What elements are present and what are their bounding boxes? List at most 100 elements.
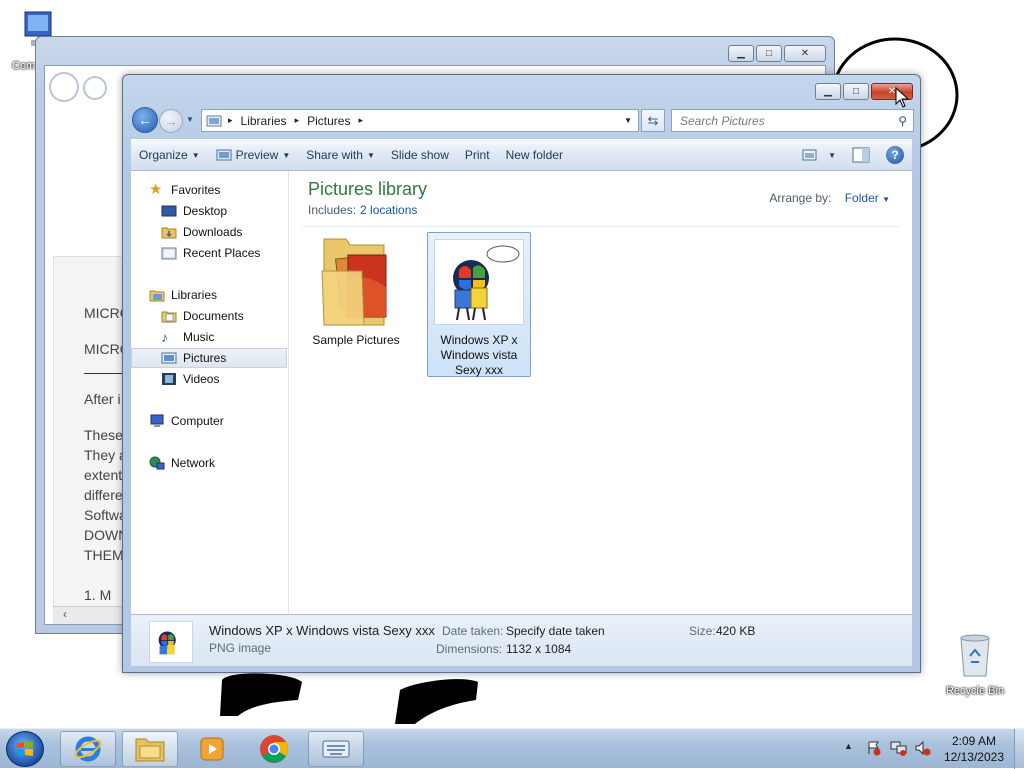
recycle-bin-icon: [960, 634, 990, 677]
clock-date: 12/13/2023: [943, 750, 1004, 764]
taskbar-internet-explorer[interactable]: [60, 731, 116, 767]
nav-pictures[interactable]: Pictures: [131, 348, 287, 368]
address-bar[interactable]: ▸ Libraries ▸ Pictures ▸ ▼: [201, 109, 639, 132]
doc-line: THEM: [84, 547, 124, 563]
recent-pages-dropdown[interactable]: ▼: [186, 115, 194, 124]
network-status-icon[interactable]: [890, 740, 908, 759]
network-icon: [149, 456, 165, 470]
nav-documents[interactable]: Documents: [131, 306, 287, 326]
search-input[interactable]: Search Pictures ⚲: [671, 109, 914, 132]
details-file-type: PNG image: [209, 641, 272, 655]
details-thumbnail: [149, 621, 193, 663]
keyboard-icon: [322, 740, 350, 758]
taskbar: ▲ 2:09 AM 12/13/2023: [0, 728, 1024, 769]
new-folder-button[interactable]: New folder: [498, 143, 571, 167]
library-title: Pictures library: [308, 179, 428, 199]
dimensions-label: Dimensions:: [436, 642, 503, 656]
doc-line: These: [84, 427, 123, 443]
refresh-icon: ⇆: [647, 112, 659, 128]
print-button[interactable]: Print: [457, 143, 498, 167]
taskbar-on-screen-keyboard[interactable]: [308, 731, 364, 767]
nav-desktop[interactable]: Desktop: [131, 201, 287, 221]
print-label: Print: [464, 148, 490, 162]
back-button[interactable]: ←: [132, 107, 158, 133]
arrange-by-dropdown[interactable]: Folder ▼: [845, 191, 890, 205]
doc-line: differe: [84, 487, 123, 503]
recent-places-icon: [161, 247, 177, 260]
back-arrow-icon: ←: [138, 112, 152, 128]
preview-pane-icon: [852, 147, 870, 163]
image-file-item[interactable]: Windows XP x Windows vista Sexy xxx: [427, 232, 531, 377]
taskbar-chrome[interactable]: [246, 731, 302, 767]
slide-show-button[interactable]: Slide show: [383, 143, 457, 167]
nav-videos[interactable]: Videos: [131, 369, 287, 389]
minimize-button[interactable]: ▁: [815, 83, 841, 100]
refresh-button[interactable]: ⇆: [641, 109, 665, 132]
clock[interactable]: 2:09 AM 12/13/2023: [944, 733, 1004, 765]
size-label: Size:: [689, 624, 716, 638]
libraries-icon: [149, 290, 165, 302]
document-page: MICRO MICRO After i These They a extent …: [53, 256, 134, 616]
divider: [302, 226, 900, 227]
address-dropdown-icon[interactable]: ▼: [624, 116, 632, 125]
maximize-icon: □: [852, 86, 860, 97]
nav-music[interactable]: ♪ Music: [131, 327, 287, 347]
windows-logo-characters-image: [453, 245, 520, 321]
chevron-down-icon: ▼: [366, 150, 375, 160]
nav-downloads[interactable]: Downloads: [131, 222, 287, 242]
desktop-recycle-bin[interactable]: Recycle Bin: [940, 632, 1010, 697]
nav-label: Desktop: [183, 204, 228, 218]
chevron-down-icon: ▼: [191, 150, 200, 160]
locations-link[interactable]: 2 locations: [360, 203, 417, 217]
minimize-button[interactable]: ▁: [728, 45, 754, 62]
maximize-button[interactable]: □: [756, 45, 782, 62]
nav-computer[interactable]: Computer: [131, 411, 287, 431]
horizontal-scrollbar[interactable]: ‹: [53, 606, 133, 624]
forward-button[interactable]: →: [159, 109, 183, 133]
start-button[interactable]: [6, 731, 44, 767]
minimize-icon: ▁: [737, 48, 745, 59]
pictures-icon: [161, 352, 177, 364]
share-with-button[interactable]: Share with ▼: [298, 143, 383, 167]
nav-network[interactable]: Network: [131, 453, 287, 473]
organize-label: Organize: [139, 148, 188, 162]
nav-label: Recent Places: [183, 246, 261, 260]
close-button[interactable]: ✕: [784, 45, 826, 62]
preview-button[interactable]: Preview ▼: [208, 143, 299, 167]
chrome-icon: [260, 735, 288, 763]
nav-libraries[interactable]: Libraries: [131, 285, 287, 305]
includes-label: Includes:: [308, 203, 357, 217]
music-note-icon: ♪: [161, 329, 168, 345]
back-nav-button[interactable]: [49, 72, 79, 102]
doc-line: 1. M: [84, 587, 112, 603]
search-placeholder: Search Pictures: [680, 113, 765, 128]
show-desktop-button[interactable]: [1014, 729, 1024, 769]
explorer-window[interactable]: ▁ □ ✕ ← → ▼ ▸ Libraries ▸ Pictures ▸ ▼ ⇆…: [122, 74, 921, 673]
folder-item[interactable]: Sample Pictures: [304, 231, 408, 351]
nav-label: Videos: [183, 372, 220, 386]
breadcrumb-libraries[interactable]: Libraries: [241, 114, 287, 128]
date-taken-label: Date taken:: [442, 624, 504, 638]
doc-line: extent: [84, 467, 123, 483]
breadcrumb-pictures[interactable]: Pictures: [307, 114, 350, 128]
volume-muted-icon[interactable]: [914, 740, 932, 759]
star-icon: ★: [149, 181, 163, 198]
details-pane: Windows XP x Windows vista Sexy xxx PNG …: [131, 614, 912, 666]
date-taken-value[interactable]: Specify date taken: [506, 624, 605, 638]
nav-recent-places[interactable]: Recent Places: [131, 243, 287, 263]
taskbar-windows-explorer[interactable]: [122, 731, 178, 767]
help-button[interactable]: ?: [878, 143, 912, 167]
preview-pane-button[interactable]: [844, 143, 878, 167]
organize-button[interactable]: Organize ▼: [131, 143, 208, 167]
new-folder-label: New folder: [505, 148, 563, 162]
nav-favorites[interactable]: ★ Favorites: [131, 180, 287, 200]
taskbar-media-player[interactable]: [184, 731, 240, 767]
maximize-button[interactable]: □: [843, 83, 869, 100]
forward-nav-button[interactable]: [83, 76, 107, 100]
dimensions-value: 1132 x 1084: [506, 642, 572, 656]
change-view-button[interactable]: ▼: [794, 143, 844, 167]
search-icon: ⚲: [898, 113, 907, 128]
documents-icon: [161, 311, 177, 323]
show-hidden-icons-button[interactable]: ▲: [844, 741, 853, 751]
action-center-icon[interactable]: [866, 740, 882, 759]
